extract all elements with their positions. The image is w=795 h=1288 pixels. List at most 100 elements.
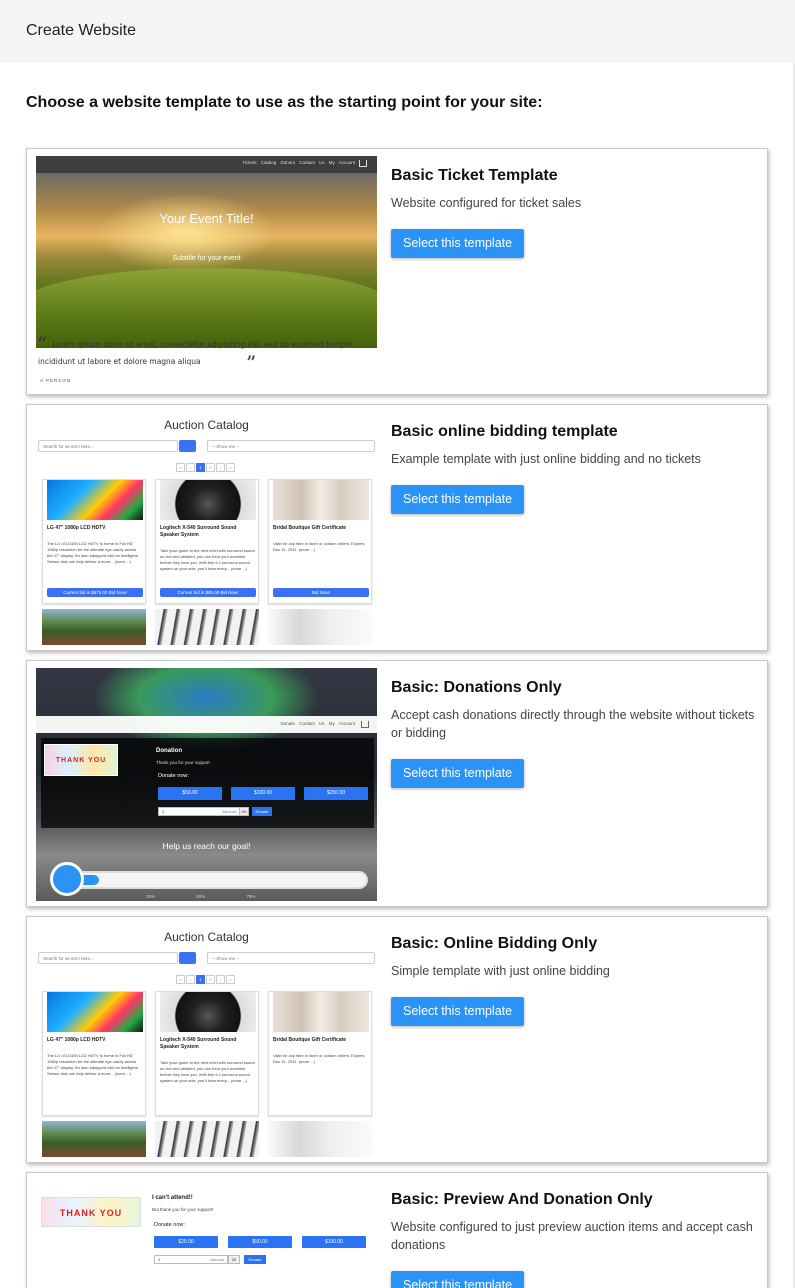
page-next: ›	[216, 463, 225, 472]
house-image	[42, 609, 146, 645]
donation-subheading: Thank you for your support	[156, 760, 210, 765]
page-1: 1	[196, 975, 205, 984]
item-text: Take your game to the next level with su…	[160, 1060, 255, 1083]
template-preview-preview-donation[interactable]: THANK YOU I can't attend!! But thank you…	[36, 1180, 377, 1288]
template-preview-online-bidding[interactable]: Auction Catalog Search for an item here.…	[36, 412, 377, 645]
template-title: Basic: Donations Only	[391, 679, 562, 696]
template-description: Example template with just online biddin…	[391, 452, 701, 466]
preview-event-title: Your Event Title!	[159, 211, 254, 226]
preview-nav-links: Donate Contact Us My Account	[280, 721, 355, 726]
goal-progress-ticks: 25% 50% 75%	[146, 894, 256, 899]
house-image	[42, 1121, 146, 1157]
ok-button: OK	[239, 807, 249, 816]
template-description: Accept cash donations directly through t…	[391, 708, 755, 740]
template-preview-donations[interactable]: Donate Contact Us My Account THANK YOU D…	[36, 668, 377, 901]
speaker-image	[160, 992, 256, 1032]
thank-you-image: THANK YOU	[41, 1197, 141, 1227]
preview-search-input: Search for an item here...	[38, 952, 178, 964]
amount-input: $ Amount	[158, 807, 240, 816]
page-first: «	[176, 463, 185, 472]
close-quote-icon: ”	[246, 351, 257, 375]
golf-clubs-image	[155, 609, 259, 645]
template-info: Basic: Online Bidding Only Simple templa…	[391, 934, 755, 1026]
preview-search-input: Search for an item here...	[38, 440, 178, 452]
item-name: Logitech X-540 Surround Sound Speaker Sy…	[160, 1037, 237, 1050]
item-text: Valid for any item in store or custom or…	[273, 541, 365, 552]
goal-progress-knob	[50, 862, 84, 896]
preview-quote-text: Lorem ipsum dolor sit amet, consectetur …	[38, 340, 354, 366]
donation-heading: I can't attend!!	[152, 1195, 193, 1201]
donate-now-label: Donate now:	[158, 773, 189, 779]
item-text: Valid for any item in store or custom or…	[273, 1053, 365, 1064]
donate-now-label: Donate now:	[154, 1222, 185, 1228]
cart-icon	[359, 160, 367, 167]
template-info: Basic Ticket Template Website configured…	[391, 166, 755, 258]
speaker-image	[160, 480, 256, 520]
amount-button: $100.00	[302, 1236, 366, 1248]
golf-clubs-image	[155, 1121, 259, 1157]
select-template-button[interactable]: Select this template	[391, 759, 525, 788]
amount-button: $50.00	[158, 787, 222, 800]
preview-nav-bar: Tickets Catalog Donors Contact Us My Acc…	[36, 156, 377, 173]
preview-catalog-heading: Auction Catalog	[164, 418, 249, 432]
dress-image	[273, 480, 369, 520]
template-description: Website configured to just preview aucti…	[391, 1220, 753, 1252]
preview-nav-links: Tickets Catalog Donors Contact Us My Acc…	[242, 160, 355, 165]
dress-image	[273, 992, 369, 1032]
preview-item-card: Logitech X-540 Surround Sound Speaker Sy…	[155, 479, 259, 604]
page-2: 2	[206, 463, 215, 472]
amount-placeholder: Amount	[222, 809, 236, 814]
amount-input: $ Amount	[154, 1255, 228, 1264]
preview-catalog-heading: Auction Catalog	[164, 930, 249, 944]
search-icon	[179, 952, 196, 964]
item-name: LG 47" 1080p LCD HDTV	[47, 525, 106, 531]
template-card-online-bidding[interactable]: Auction Catalog Search for an item here.…	[26, 404, 768, 651]
template-card-donations[interactable]: Donate Contact Us My Account THANK YOU D…	[26, 660, 768, 907]
preview-quote-author: A PERSON	[40, 378, 72, 383]
goal-progress-bar	[66, 871, 368, 889]
page-last: »	[226, 975, 235, 984]
template-preview-ticket[interactable]: Tickets Catalog Donors Contact Us My Acc…	[36, 156, 377, 389]
template-info: Basic online bidding template Example te…	[391, 422, 755, 514]
preview-event-subtitle: Subtitle for your event	[172, 255, 241, 262]
template-card-ticket[interactable]: Tickets Catalog Donors Contact Us My Acc…	[26, 148, 768, 395]
donate-button: Donate	[244, 1255, 266, 1264]
donation-subheading: But thank you for your support!	[152, 1207, 214, 1212]
donation-heading: Donation	[156, 748, 182, 754]
appliance-image	[268, 1121, 372, 1157]
preview-filter-select: -- Show me --	[207, 952, 375, 964]
template-title: Basic online bidding template	[391, 423, 618, 440]
select-template-button[interactable]: Select this template	[391, 997, 525, 1026]
template-card-online-bidding-only[interactable]: Auction Catalog Search for an item here.…	[26, 916, 768, 1163]
tv-image	[47, 480, 143, 520]
intro-heading: Choose a website template to use as the …	[26, 94, 543, 111]
select-template-button[interactable]: Select this template	[391, 485, 525, 514]
preview-item-card: Bridal Boutique Gift Certificate Valid f…	[268, 479, 372, 604]
preview-item-card: Bridal Boutique Gift Certificate Valid f…	[268, 991, 372, 1116]
amount-placeholder: Amount	[210, 1257, 224, 1262]
template-info: Basic: Preview And Donation Only Website…	[391, 1190, 755, 1288]
template-preview-online-bidding-only[interactable]: Auction Catalog Search for an item here.…	[36, 924, 377, 1157]
ok-button: 20	[228, 1255, 240, 1264]
amount-button: $50.00	[228, 1236, 292, 1248]
page-prev: ‹	[186, 463, 195, 472]
item-text: The LG 47LD450 LCD HDTV is home to Full …	[47, 541, 139, 564]
template-card-preview-donation[interactable]: THANK YOU I can't attend!! But thank you…	[26, 1172, 768, 1288]
page-last: »	[226, 463, 235, 472]
template-title: Basic: Online Bidding Only	[391, 935, 598, 952]
item-name: LG 47" 1080p LCD HDTV	[47, 1037, 106, 1043]
page-title: Create Website	[26, 22, 136, 39]
amount-button: $250.00	[304, 787, 368, 800]
item-bid-button: Current bid is $85.00 Bid Now!	[160, 588, 256, 597]
preview-hero-image: Your Event Title! Subtitle for your even…	[36, 173, 377, 348]
appliance-image	[268, 609, 372, 645]
item-name: Logitech X-540 Surround Sound Speaker Sy…	[160, 525, 237, 538]
preview-pagination: « ‹ 1 2 › »	[176, 463, 235, 472]
item-name: Bridal Boutique Gift Certificate	[273, 525, 347, 531]
donate-button: Donate	[252, 807, 272, 816]
select-template-button[interactable]: Select this template	[391, 1271, 525, 1288]
currency-label: $	[158, 1257, 161, 1262]
amount-button: $100.00	[231, 787, 295, 800]
goal-text: Help us reach our goal!	[162, 841, 251, 851]
select-template-button[interactable]: Select this template	[391, 229, 525, 258]
